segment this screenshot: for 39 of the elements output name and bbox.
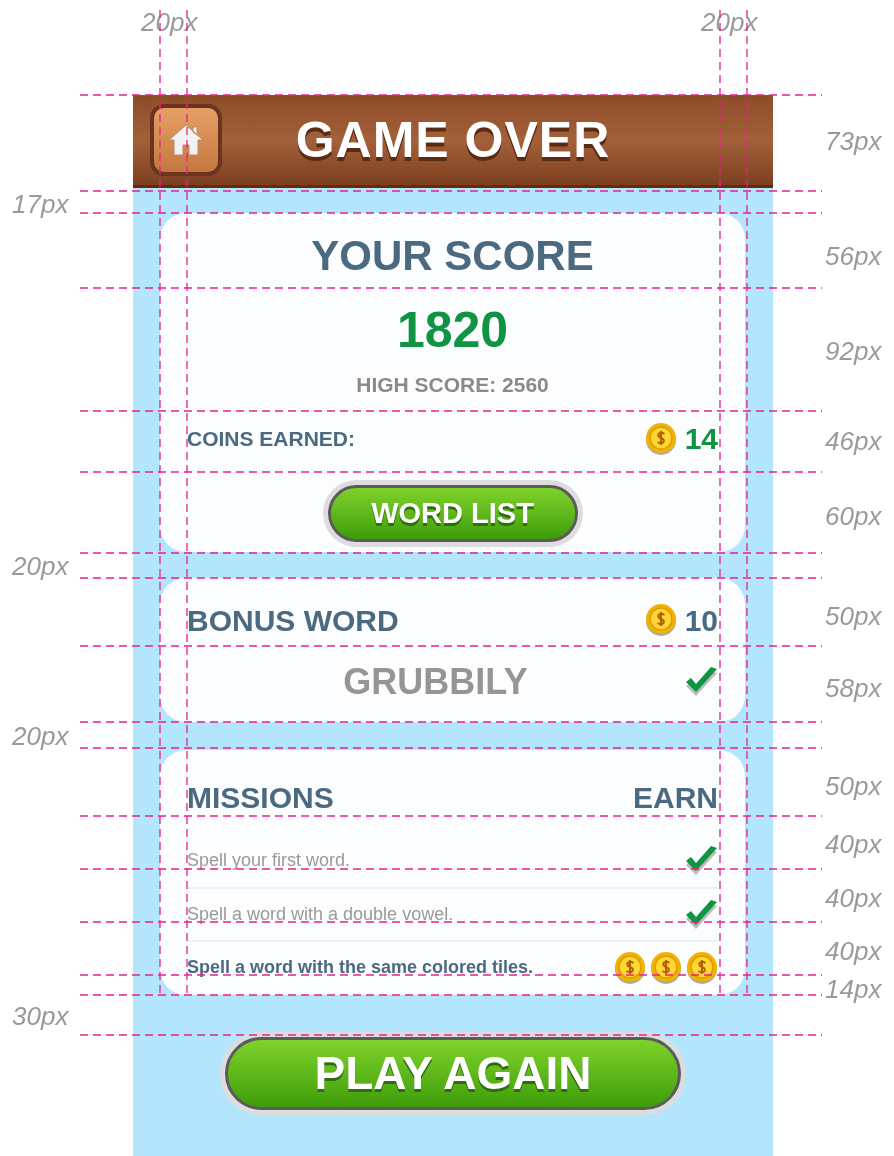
earn-heading: EARN bbox=[633, 779, 718, 816]
measurement-label: 20px bbox=[12, 553, 69, 579]
coin-icon bbox=[614, 951, 646, 984]
measurement-label: 40px bbox=[825, 938, 882, 964]
measurement-label: 73px bbox=[825, 128, 882, 154]
score-heading: YOUR SCORE bbox=[310, 231, 595, 277]
measurement-label: 20px bbox=[141, 9, 198, 35]
measurement-label: 56px bbox=[825, 243, 882, 269]
measurement-label: 14px bbox=[825, 976, 882, 1002]
coin-icon bbox=[644, 604, 677, 636]
coin-icon bbox=[644, 422, 677, 455]
measurement-label: 50px bbox=[825, 773, 882, 799]
mission-text: Spell a word with a double vowel. bbox=[187, 903, 454, 926]
measurement-label: 92px bbox=[825, 338, 882, 364]
measurement-label: 17px bbox=[12, 191, 69, 217]
missions-heading: MISSIONS bbox=[187, 779, 334, 816]
mission-text: Spell your first word. bbox=[187, 849, 351, 872]
measurement-label: 46px bbox=[825, 428, 882, 454]
coins-earned-label: COINS EARNED: bbox=[187, 425, 355, 452]
measurement-label: 40px bbox=[825, 885, 882, 911]
screen-title: GAME OVER bbox=[294, 110, 612, 170]
measurement-label: 50px bbox=[825, 603, 882, 629]
score-value: 1820 bbox=[396, 302, 509, 358]
house-icon bbox=[167, 123, 205, 157]
measurement-label: 60px bbox=[825, 503, 882, 529]
coins-earned-value: 14 bbox=[684, 421, 718, 457]
mission-text: Spell a word with the same colored tiles. bbox=[187, 956, 534, 979]
bonus-word-heading: BONUS WORD bbox=[187, 602, 399, 639]
measurement-label: 20px bbox=[701, 9, 758, 35]
home-button[interactable] bbox=[150, 104, 222, 176]
measurement-label: 20px bbox=[12, 723, 69, 749]
bonus-word-text: GRUBBILY bbox=[343, 661, 528, 702]
measurement-label: 58px bbox=[825, 675, 882, 701]
coin-icon bbox=[686, 951, 718, 984]
measurement-label: 30px bbox=[12, 1003, 69, 1029]
high-score-text: HIGH SCORE: 2560 bbox=[356, 373, 549, 396]
bonus-coins-value: 10 bbox=[684, 602, 718, 639]
measurement-label: 40px bbox=[825, 831, 882, 857]
coin-icon bbox=[650, 951, 682, 984]
